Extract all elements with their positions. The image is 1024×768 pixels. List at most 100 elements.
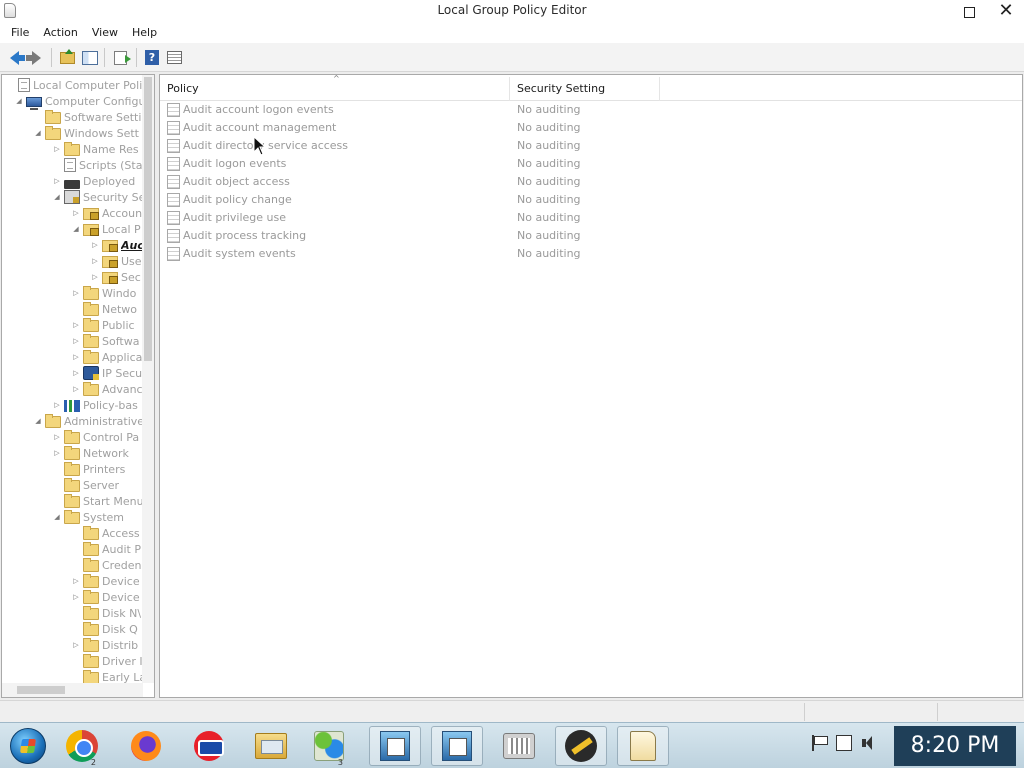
taskbar-file-explorer[interactable] bbox=[245, 726, 297, 766]
network-icon[interactable] bbox=[836, 735, 852, 751]
tree-item[interactable]: Scripts (Sta bbox=[52, 157, 142, 173]
taskbar-remote-desktop-2[interactable] bbox=[431, 726, 483, 766]
policy-row[interactable]: Audit logon events No auditing bbox=[160, 155, 1020, 173]
expanded-arrow-icon[interactable]: ◢ bbox=[71, 224, 81, 234]
tree-item[interactable]: ▷ Use bbox=[90, 253, 142, 269]
collapsed-arrow-icon[interactable]: ▷ bbox=[71, 336, 81, 346]
tree-item[interactable]: Start Menu bbox=[52, 493, 143, 509]
tree-item[interactable]: ▷ Deployed bbox=[52, 173, 135, 189]
policy-list[interactable]: Policy ^ Security Setting Audit account … bbox=[159, 74, 1023, 698]
tree-item[interactable]: Disk N\ bbox=[71, 605, 141, 621]
menu-action[interactable]: Action bbox=[36, 23, 84, 43]
expanded-arrow-icon[interactable]: ◢ bbox=[14, 96, 24, 106]
taskbar-chrome[interactable]: 2 bbox=[56, 726, 108, 767]
volume-icon[interactable] bbox=[860, 735, 876, 751]
taskbar-group-policy-editor[interactable] bbox=[617, 726, 669, 766]
taskbar-firefox[interactable] bbox=[120, 726, 172, 766]
tree-item[interactable]: Netwo bbox=[71, 301, 137, 317]
properties-button[interactable] bbox=[165, 49, 183, 66]
collapsed-arrow-icon[interactable]: ▷ bbox=[52, 432, 62, 442]
policy-row[interactable]: Audit account management No auditing bbox=[160, 119, 1020, 137]
tree-item[interactable]: ▷ Applica bbox=[71, 349, 142, 365]
policy-row[interactable]: Audit privilege use No auditing bbox=[160, 209, 1020, 227]
tree-item[interactable]: ▷ Policy-bas bbox=[52, 397, 138, 413]
tree-item[interactable]: ◢ Windows Sett bbox=[33, 125, 139, 141]
tree-item[interactable]: ◢ System bbox=[52, 509, 124, 525]
tree-item[interactable]: Software Settin bbox=[33, 109, 143, 125]
collapsed-arrow-icon[interactable]: ▷ bbox=[71, 576, 81, 586]
collapsed-arrow-icon[interactable]: ▷ bbox=[52, 400, 62, 410]
collapsed-arrow-icon[interactable]: ▷ bbox=[71, 320, 81, 330]
taskbar-media-app[interactable] bbox=[555, 726, 607, 766]
collapsed-arrow-icon[interactable]: ▷ bbox=[71, 640, 81, 650]
menu-help[interactable]: Help bbox=[125, 23, 164, 43]
taskbar-remote-desktop-1[interactable] bbox=[369, 726, 421, 766]
show-hide-tree-button[interactable] bbox=[81, 49, 99, 66]
collapsed-arrow-icon[interactable]: ▷ bbox=[52, 144, 62, 154]
tree-item[interactable]: ▷ Windo bbox=[71, 285, 136, 301]
policy-row[interactable]: Audit policy change No auditing bbox=[160, 191, 1020, 209]
console-tree[interactable]: Local Computer Polic ◢ Computer Configu Sof… bbox=[1, 74, 155, 698]
tree-item[interactable]: ▷ Sec bbox=[90, 269, 141, 285]
tree-item[interactable]: ▷ Advanc bbox=[71, 381, 143, 397]
tree-vertical-scrollbar[interactable] bbox=[142, 75, 154, 683]
close-button[interactable]: ✕ bbox=[994, 1, 1018, 21]
tree-item[interactable]: ▷ Control Pa bbox=[52, 429, 139, 445]
expanded-arrow-icon[interactable]: ◢ bbox=[52, 192, 62, 202]
tree-item[interactable]: ◢ Administrative bbox=[33, 413, 143, 429]
tree-item[interactable]: Driver I bbox=[71, 653, 143, 669]
tree-item[interactable]: ◢ Local P bbox=[71, 221, 141, 237]
tree-hscroll-thumb[interactable] bbox=[17, 686, 65, 694]
tree-item[interactable]: ▷ Device bbox=[71, 573, 140, 589]
tree-item[interactable]: ◢ Computer Configu bbox=[14, 93, 143, 110]
taskbar-clock[interactable]: 8:20 PM bbox=[894, 726, 1016, 766]
collapsed-arrow-icon[interactable]: ▷ bbox=[71, 368, 81, 378]
tree-scroll-thumb[interactable] bbox=[144, 77, 152, 361]
tree-item[interactable]: ▷ Auc bbox=[90, 237, 143, 253]
tree-item[interactable]: ▷ Accoun bbox=[71, 205, 142, 221]
tree-item[interactable]: Creden bbox=[71, 557, 141, 573]
tree-item[interactable]: ▷ Network bbox=[52, 445, 129, 461]
start-button[interactable] bbox=[2, 726, 54, 766]
policy-row[interactable]: Audit process tracking No auditing bbox=[160, 227, 1020, 245]
tree-item[interactable]: ▷ Public bbox=[71, 317, 135, 333]
forward-button[interactable] bbox=[25, 49, 45, 66]
expanded-arrow-icon[interactable]: ◢ bbox=[52, 512, 62, 522]
menu-view[interactable]: View bbox=[85, 23, 125, 43]
tree-item[interactable]: ▷ Name Res bbox=[52, 141, 139, 157]
tree-item[interactable]: Access bbox=[71, 525, 140, 541]
menu-file[interactable]: File bbox=[4, 23, 36, 43]
collapsed-arrow-icon[interactable]: ▷ bbox=[52, 448, 62, 458]
collapsed-arrow-icon[interactable]: ▷ bbox=[90, 240, 100, 250]
tree-item[interactable]: ◢ Security Se bbox=[52, 189, 143, 205]
collapsed-arrow-icon[interactable]: ▷ bbox=[90, 256, 100, 266]
collapsed-arrow-icon[interactable]: ▷ bbox=[71, 288, 81, 298]
tree-item[interactable]: ▷ Device bbox=[71, 589, 140, 605]
expanded-arrow-icon[interactable]: ◢ bbox=[33, 416, 43, 426]
tree-item[interactable]: Audit P bbox=[71, 541, 141, 557]
maximize-button[interactable] bbox=[958, 3, 980, 21]
expanded-arrow-icon[interactable]: ◢ bbox=[33, 128, 43, 138]
tree-item[interactable]: Server bbox=[52, 477, 119, 493]
policy-row[interactable]: Audit directory service access No auditin… bbox=[160, 137, 1020, 155]
taskbar-store-app[interactable] bbox=[493, 726, 545, 766]
taskbar-opera[interactable] bbox=[183, 726, 235, 766]
up-one-level-button[interactable] bbox=[58, 48, 76, 66]
tree-item[interactable]: ▷ Softwa bbox=[71, 333, 139, 349]
policy-row[interactable]: Audit system events No auditing bbox=[160, 245, 1020, 263]
tree-item[interactable]: Local Computer Polic bbox=[6, 77, 143, 93]
policy-row[interactable]: Audit object access No auditing bbox=[160, 173, 1020, 191]
help-button[interactable]: ? bbox=[143, 49, 161, 66]
tree-item[interactable]: ▷ IP Secu bbox=[71, 365, 142, 381]
export-list-button[interactable] bbox=[111, 49, 131, 66]
policy-row[interactable]: Audit account logon events No auditing bbox=[160, 101, 1020, 119]
column-security-setting[interactable]: Security Setting bbox=[510, 77, 660, 101]
tree-item[interactable]: Printers bbox=[52, 461, 125, 477]
tree-item[interactable]: Disk Q bbox=[71, 621, 138, 637]
collapsed-arrow-icon[interactable]: ▷ bbox=[90, 272, 100, 282]
collapsed-arrow-icon[interactable]: ▷ bbox=[52, 176, 62, 186]
back-button[interactable] bbox=[5, 49, 25, 66]
tree-item[interactable]: Early La bbox=[71, 669, 143, 683]
collapsed-arrow-icon[interactable]: ▷ bbox=[71, 208, 81, 218]
taskbar-people-app[interactable]: 3 bbox=[303, 726, 355, 767]
